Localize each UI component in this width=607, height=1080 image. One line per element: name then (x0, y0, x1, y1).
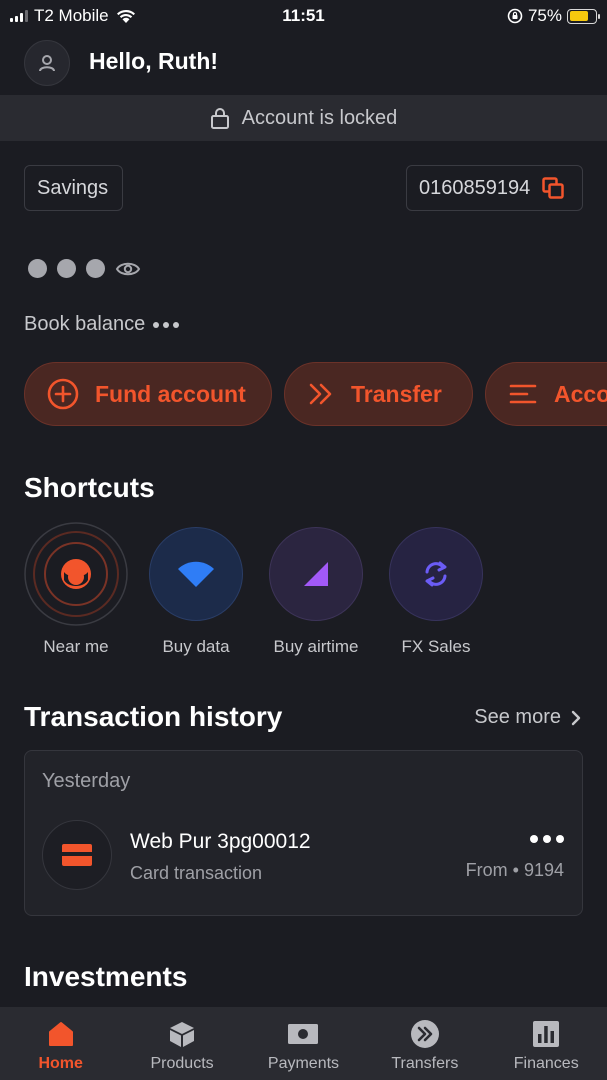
investments-title: Investments (24, 961, 188, 992)
status-bar: T2 Mobile 11:51 75% (0, 0, 607, 32)
nav-products[interactable]: Products (127, 1007, 237, 1073)
masked-digit (57, 259, 76, 278)
transaction-history-title: Transaction history (24, 701, 283, 732)
nav-home[interactable]: Home (6, 1007, 116, 1073)
shortcut-label: Buy airtime (273, 637, 359, 656)
masked-book-balance (153, 321, 180, 328)
transaction-card: Yesterday Web Pur 3pg00012 Card transact… (24, 750, 583, 916)
battery-percent: 75% (527, 6, 562, 25)
bar-chart-icon (533, 1021, 560, 1047)
app-header: Hello, Ruth! (0, 32, 607, 94)
eye-icon[interactable] (115, 260, 141, 278)
transfer-button[interactable]: Transfer (284, 362, 473, 426)
nav-transfers[interactable]: Transfers (370, 1007, 480, 1073)
box-icon (170, 1022, 195, 1047)
transfer-icon (410, 1020, 439, 1048)
avatar[interactable] (24, 40, 70, 86)
fund-account-button[interactable]: Fund account (24, 362, 272, 426)
nav-label: Finances (513, 1055, 579, 1072)
see-more-link[interactable]: See more (474, 706, 581, 729)
chevron-right-icon (571, 710, 581, 725)
masked-digit (86, 259, 105, 278)
exchange-icon (425, 561, 447, 587)
menu-lines-icon (509, 384, 537, 404)
account-locked-banner: Account is locked (0, 95, 607, 141)
card-icon (42, 820, 112, 890)
shortcut-buy-airtime[interactable]: Buy airtime (261, 527, 371, 657)
lock-banner-text: Account is locked (241, 106, 398, 129)
book-balance-label: Book balance (24, 313, 146, 335)
plus-circle-icon (47, 378, 79, 410)
shortcut-label: FX Sales (401, 637, 471, 656)
shortcut-fx-sales[interactable]: FX Sales (381, 527, 491, 657)
see-more-label: See more (474, 706, 561, 728)
shortcut-near-me[interactable]: Near me (21, 522, 131, 657)
nav-finances[interactable]: Finances (491, 1007, 601, 1073)
shortcuts-title: Shortcuts (24, 472, 155, 503)
nav-label: Home (38, 1055, 83, 1072)
lock-icon (210, 108, 229, 129)
shortcut-buy-data[interactable]: Buy data (141, 527, 251, 657)
greeting-text: Hello, Ruth! (89, 48, 219, 74)
nav-label: Products (150, 1055, 214, 1072)
rotation-lock-icon (507, 8, 523, 24)
fund-account-label: Fund account (95, 380, 246, 407)
nav-label: Payments (267, 1055, 340, 1072)
double-chevron-icon (309, 383, 332, 405)
masked-digit (28, 259, 47, 278)
account-number: 0160859194 (419, 176, 531, 199)
transaction-date-group: Yesterday (42, 770, 131, 792)
account-type-label: Savings (37, 176, 109, 199)
quick-actions-row: Fund account Transfer Acco (24, 362, 607, 428)
account-action-label: Acco (554, 380, 607, 407)
radar-icon (24, 522, 128, 626)
more-options-icon[interactable] (530, 835, 564, 843)
banknote-icon (288, 1024, 319, 1044)
transaction-source: From • 9194 (465, 860, 564, 880)
hidden-balance (28, 259, 141, 278)
transfer-label: Transfer (351, 380, 442, 407)
account-number-pill[interactable]: 0160859194 (406, 165, 583, 211)
signal-triangle-icon (304, 562, 328, 586)
account-statement-button[interactable]: Acco (485, 362, 607, 426)
user-icon (39, 55, 55, 72)
transaction-title: Web Pur 3pg00012 (130, 830, 311, 853)
wifi-icon (178, 561, 214, 587)
shortcut-label: Near me (43, 637, 109, 656)
book-balance: Book balance (24, 313, 180, 336)
shortcut-label: Buy data (162, 637, 230, 656)
nav-label: Transfers (391, 1055, 459, 1072)
home-icon (48, 1022, 73, 1046)
bottom-navigation: Home Products Payments Transfers Finance… (0, 1007, 607, 1080)
transaction-subtitle: Card transaction (130, 863, 263, 883)
battery-icon (567, 8, 600, 24)
nav-payments[interactable]: Payments (248, 1007, 358, 1073)
account-type-selector[interactable]: Savings (24, 165, 123, 211)
copy-icon[interactable] (542, 177, 564, 199)
